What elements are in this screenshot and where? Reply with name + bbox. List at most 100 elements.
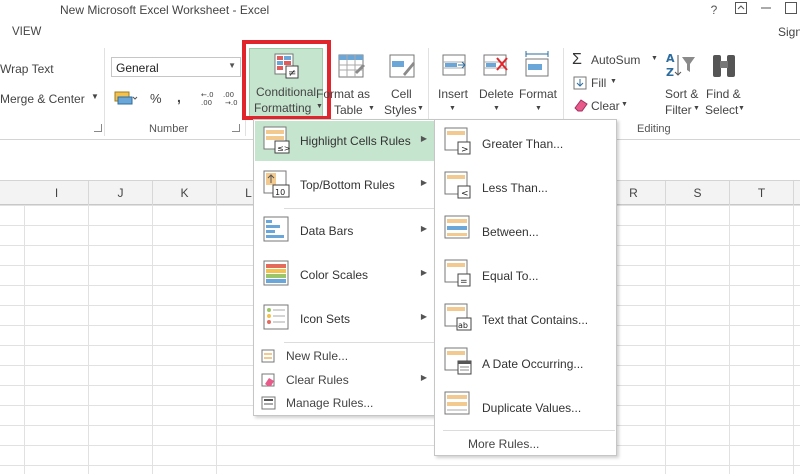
format-dropdown-icon[interactable]: ▼ [535, 105, 542, 112]
svg-text:←.0: ←.0 [201, 91, 214, 99]
menu-item-less-than[interactable]: < Less Than... [436, 166, 617, 210]
format-as-table-line1[interactable]: Format as [316, 87, 370, 101]
svg-text:=: = [460, 277, 468, 287]
format-cells-icon[interactable] [524, 50, 552, 81]
autosum-icon[interactable]: Σ [572, 51, 582, 69]
eraser-icon[interactable] [573, 98, 589, 115]
menu-item-equal-to[interactable]: = Equal To... [436, 254, 617, 298]
svg-text:.00: .00 [223, 91, 234, 99]
wrap-text-button[interactable]: Wrap Text [0, 62, 54, 76]
increase-decimal-icon[interactable]: ←.0.00 [199, 89, 219, 110]
format-as-table-icon[interactable] [338, 52, 366, 83]
grid-line [216, 205, 217, 474]
menu-item-new-rule[interactable]: New Rule... [255, 345, 435, 367]
percent-style-button[interactable]: % [150, 91, 162, 106]
svg-text:.00: .00 [201, 99, 212, 107]
svg-text:10: 10 [275, 188, 285, 197]
sort-filter-line1[interactable]: Sort & [665, 87, 698, 101]
cell-styles-icon[interactable] [389, 52, 417, 83]
cell-styles-line1[interactable]: Cell [391, 87, 412, 101]
data-bars-label: Data Bars [300, 224, 354, 238]
column-header-i[interactable]: I [25, 181, 89, 205]
top-bottom-label: Top/Bottom Rules [300, 178, 395, 192]
sort-filter-icon[interactable]: AZ [665, 51, 697, 84]
grid-line [88, 205, 89, 474]
menu-item-duplicate-values[interactable]: Duplicate Values... [436, 386, 617, 430]
insert-button[interactable]: Insert [438, 87, 468, 101]
column-header-k[interactable]: K [153, 181, 217, 205]
sign-in-link[interactable]: Sign [778, 25, 800, 39]
text-contains-label: Text that Contains... [482, 313, 589, 327]
submenu-arrow-icon: ▶ [420, 268, 427, 277]
cell-styles-line2[interactable]: Styles [384, 103, 417, 117]
find-select-line1[interactable]: Find & [706, 87, 741, 101]
submenu-arrow-icon: ▶ [420, 373, 427, 382]
less-than-label: Less Than... [482, 181, 548, 195]
menu-item-highlight-cells-rules[interactable]: ≤> Highlight Cells Rules ▶ [255, 121, 435, 161]
fill-dropdown-icon[interactable]: ▼ [610, 78, 617, 85]
column-header-s[interactable]: S [666, 181, 730, 205]
submenu-arrow-icon: ▶ [420, 134, 427, 143]
insert-cells-icon[interactable] [442, 52, 468, 81]
accounting-format-icon[interactable] [114, 89, 138, 110]
maximize-icon[interactable] [783, 2, 799, 18]
delete-button[interactable]: Delete [479, 87, 514, 101]
number-launcher-icon[interactable] [232, 124, 240, 132]
text-contains-icon: ab [444, 302, 474, 332]
number-format-value: General [116, 61, 159, 75]
menu-item-between[interactable]: Between... [436, 210, 617, 254]
format-as-table-line2[interactable]: Table [334, 103, 363, 117]
delete-cells-icon[interactable] [483, 52, 509, 81]
date-occurring-label: A Date Occurring... [482, 357, 584, 371]
delete-dropdown-icon[interactable]: ▼ [493, 105, 500, 112]
fill-button[interactable]: Fill [591, 76, 606, 90]
menu-item-manage-rules[interactable]: Manage Rules... [255, 392, 435, 414]
menu-item-text-contains[interactable]: ab Text that Contains... [436, 298, 617, 342]
ribbon-display-options-icon[interactable] [733, 2, 749, 18]
menu-item-data-bars[interactable]: Data Bars ▶ [255, 211, 435, 251]
format-button[interactable]: Format [519, 87, 557, 101]
tab-view[interactable]: VIEW [12, 26, 41, 38]
menu-separator [443, 430, 615, 431]
menu-item-more-rules[interactable]: More Rules... [436, 433, 616, 455]
decrease-decimal-icon[interactable]: .00 →.0 [222, 89, 242, 110]
format-table-dropdown-icon[interactable]: ▼ [368, 105, 375, 112]
column-header-j[interactable]: J [89, 181, 153, 205]
window-title: New Microsoft Excel Worksheet - Excel [60, 3, 270, 17]
menu-item-date-occurring[interactable]: A Date Occurring... [436, 342, 617, 386]
clear-dropdown-icon[interactable]: ▼ [621, 101, 628, 108]
highlight-cells-submenu: > Greater Than... < Less Than... Between… [434, 119, 617, 456]
help-button[interactable]: ? [706, 2, 722, 18]
column-header-t[interactable]: T [730, 181, 794, 205]
greater-than-label: Greater Than... [482, 137, 564, 151]
cell-styles-dropdown-icon[interactable]: ▼ [417, 105, 424, 112]
menu-item-icon-sets[interactable]: Icon Sets ▶ [255, 299, 435, 339]
sort-filter-line2[interactable]: Filter [665, 103, 692, 117]
less-than-icon: < [444, 170, 474, 200]
menu-item-greater-than[interactable]: > Greater Than... [436, 122, 617, 166]
new-rule-icon [261, 348, 277, 364]
number-format-select[interactable]: General ▼ [111, 57, 241, 77]
grid-line [793, 205, 794, 474]
merge-center-button[interactable]: Merge & Center [0, 92, 85, 106]
find-select-line2[interactable]: Select [705, 103, 738, 117]
menu-item-top-bottom-rules[interactable]: 10 Top/Bottom Rules ▶ [255, 165, 435, 205]
binoculars-icon[interactable] [710, 51, 740, 84]
more-rules-label: More Rules... [468, 437, 540, 451]
find-select-dropdown-icon[interactable]: ▼ [738, 105, 745, 112]
minimize-icon[interactable] [758, 2, 774, 18]
svg-text:→.0: →.0 [225, 99, 238, 107]
sort-filter-dropdown-icon[interactable]: ▼ [693, 105, 700, 112]
clear-button[interactable]: Clear [591, 99, 620, 113]
autosum-dropdown-icon[interactable]: ▼ [651, 55, 658, 62]
group-separator [104, 48, 105, 136]
fill-icon[interactable] [573, 76, 587, 93]
alignment-launcher-icon[interactable] [94, 124, 102, 132]
merge-dropdown-icon[interactable]: ▼ [91, 92, 99, 101]
comma-style-button[interactable]: , [177, 89, 181, 105]
menu-item-clear-rules[interactable]: Clear Rules ▶ [255, 369, 435, 391]
menu-separator [284, 342, 434, 343]
insert-dropdown-icon[interactable]: ▼ [449, 105, 456, 112]
menu-item-color-scales[interactable]: Color Scales ▶ [255, 255, 435, 295]
autosum-button[interactable]: AutoSum [591, 53, 640, 67]
